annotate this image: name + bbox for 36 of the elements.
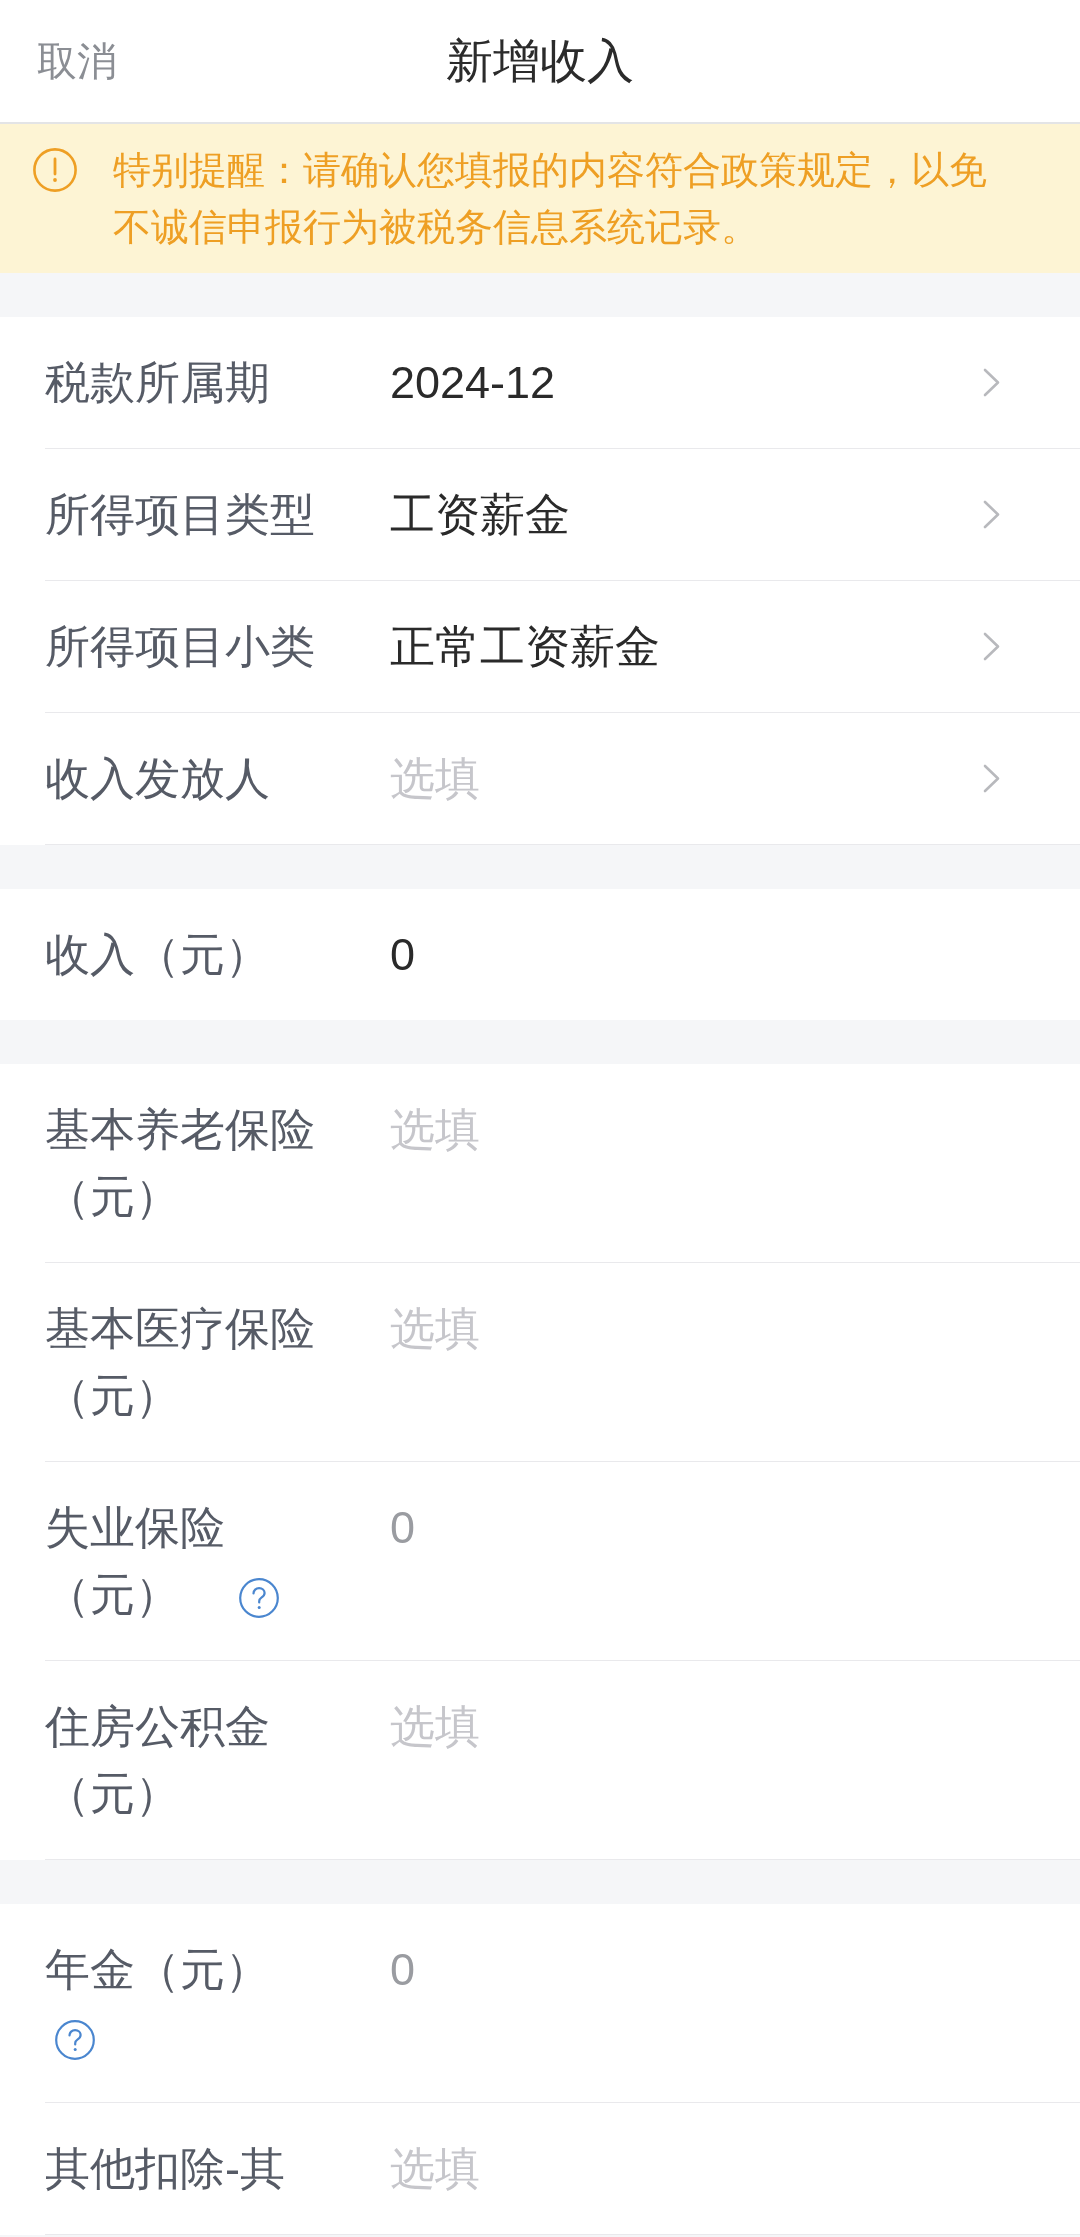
form-row[interactable]: 基本医疗保险（元） 选填	[0, 1263, 1080, 1462]
select-field[interactable]: 2024-12	[390, 349, 983, 416]
form-row[interactable]: 收入发放人 选填	[0, 713, 1080, 845]
form-row[interactable]: 收入（元） 0	[0, 889, 1080, 1020]
field-label: 失业保险（元）	[45, 1502, 225, 1620]
chevron-right-icon	[983, 368, 1000, 397]
field-label: 其他扣除-其	[45, 2143, 285, 2194]
form-row[interactable]: 所得项目小类 正常工资薪金	[0, 581, 1080, 713]
input-field[interactable]: 选填	[390, 1096, 1000, 1163]
field-label: 所得项目小类	[45, 621, 315, 672]
form-row[interactable]: 基本养老保险（元） 选填	[0, 1064, 1080, 1263]
select-field[interactable]: 选填	[390, 745, 983, 812]
form-row[interactable]: 税款所属期 2024-12	[0, 317, 1080, 449]
input-field[interactable]: 选填	[390, 2135, 1000, 2202]
field-label: 年金（元）	[45, 1944, 270, 1995]
field-label: 税款所属期	[45, 357, 270, 408]
field-label: 住房公积金（元）	[45, 1701, 270, 1819]
chevron-right-icon	[983, 764, 1000, 793]
field-label: 收入发放人	[45, 753, 270, 804]
chevron-right-icon	[983, 632, 1000, 661]
form-row[interactable]: 其他扣除-其 选填	[0, 2103, 1080, 2235]
page-title: 新增收入	[446, 32, 634, 89]
notice-text: 特别提醒：请确认您填报的内容符合政策规定，以免不诚信申报行为被税务信息系统记录。	[113, 148, 988, 250]
field-label: 基本医疗保险（元）	[45, 1303, 315, 1421]
field-label: 收入（元）	[45, 929, 270, 980]
select-field[interactable]: 正常工资薪金	[390, 613, 983, 680]
input-field[interactable]: 选填	[390, 1295, 1000, 1362]
form-row[interactable]: 所得项目类型 工资薪金	[0, 449, 1080, 581]
exclamation-circle-icon	[33, 148, 77, 192]
chevron-right-icon	[983, 500, 1000, 529]
field-label: 基本养老保险（元）	[45, 1104, 315, 1222]
field-label: 所得项目类型	[45, 489, 315, 540]
select-field[interactable]: 工资薪金	[390, 481, 983, 548]
input-field[interactable]: 0	[390, 921, 1000, 988]
input-field[interactable]: 选填	[390, 1693, 1000, 1760]
form-row[interactable]: 住房公积金（元） 选填	[0, 1661, 1080, 1860]
